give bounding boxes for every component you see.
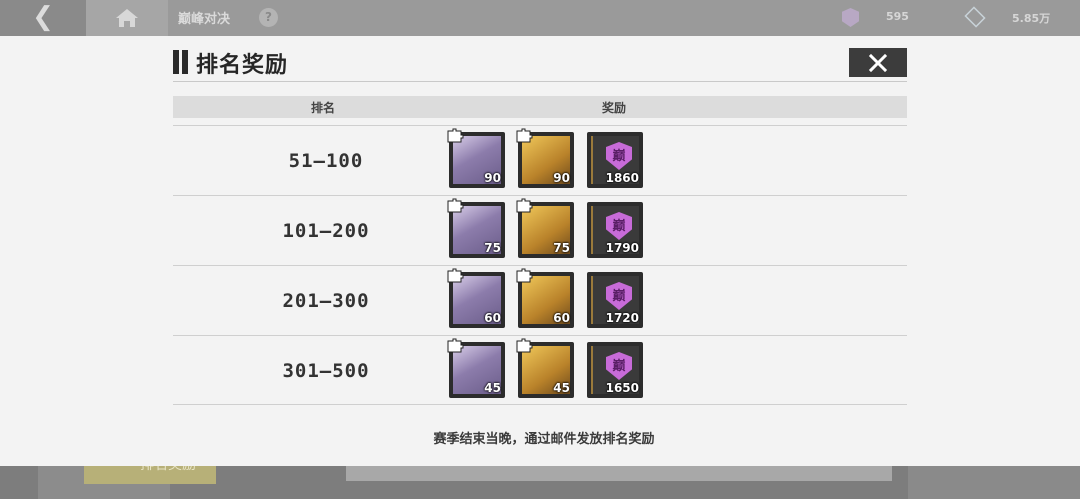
reward-count: 1790	[605, 241, 639, 255]
puzzle-piece-icon	[516, 338, 533, 353]
box-reward-item[interactable]: 45	[516, 338, 574, 398]
coin-reward-item[interactable]: 巅 1790	[587, 202, 643, 258]
coin-reward-item[interactable]: 巅 1720	[587, 272, 643, 328]
puzzle-piece-icon	[516, 128, 533, 143]
reward-count: 75	[553, 241, 570, 255]
box-reward-item[interactable]: 60	[516, 268, 574, 328]
help-icon[interactable]: ?	[259, 8, 278, 27]
box-reward-item[interactable]: 75	[516, 198, 574, 258]
card-reward-item[interactable]: 75	[447, 198, 505, 258]
modal-title: 排名奖励	[196, 53, 289, 78]
puzzle-piece-icon	[447, 128, 464, 143]
ranking-reward-modal: 排名奖励 排名 奖励 51—100 90 90 巅 1860 101—200 75 75 巅 17…	[0, 36, 1080, 466]
puzzle-piece-icon	[447, 198, 464, 213]
table-row: 51—100 90 90 巅 1860	[173, 125, 907, 195]
title-accent	[182, 50, 188, 74]
box-reward-item[interactable]: 90	[516, 128, 574, 188]
close-button[interactable]	[849, 48, 907, 77]
footer-note: 赛季结束当晚，通过邮件发放排名奖励	[433, 432, 655, 447]
rank-range: 101—200	[282, 220, 370, 242]
reward-count: 1650	[605, 381, 639, 395]
shield-glyph: 巅	[612, 359, 626, 374]
puzzle-piece-icon	[516, 268, 533, 283]
reward-count: 1860	[605, 171, 639, 185]
reward-count: 45	[484, 381, 501, 395]
reward-count: 60	[484, 311, 501, 325]
reward-count: 45	[553, 381, 570, 395]
back-icon: ❮	[32, 2, 54, 32]
back-button[interactable]: ❮	[0, 0, 86, 36]
table-row: 201—300 60 60 巅 1720	[173, 265, 907, 335]
house-icon	[116, 9, 138, 27]
currency-badge-value: 595	[886, 10, 909, 23]
card-reward-item[interactable]: 45	[447, 338, 505, 398]
card-reward-item[interactable]: 60	[447, 268, 505, 328]
column-header-reward: 奖励	[602, 101, 627, 115]
shield-glyph: 巅	[612, 149, 626, 164]
reward-count: 90	[484, 171, 501, 185]
divider	[173, 81, 907, 82]
coin-reward-item[interactable]: 巅 1860	[587, 132, 643, 188]
table-header: 排名 奖励	[173, 96, 907, 118]
puzzle-piece-icon	[516, 198, 533, 213]
divider	[173, 404, 907, 405]
puzzle-piece-icon	[447, 268, 464, 283]
rank-range: 301—500	[282, 360, 370, 382]
table-row: 101—200 75 75 巅 1790	[173, 195, 907, 265]
reward-count: 90	[553, 171, 570, 185]
reward-list[interactable]: 51—100 90 90 巅 1860 101—200 75 75 巅 1790 201—300 60…	[173, 125, 907, 405]
close-icon	[868, 53, 888, 72]
reward-count: 75	[484, 241, 501, 255]
card-reward-item[interactable]: 90	[447, 128, 505, 188]
shield-glyph: 巅	[612, 289, 626, 304]
rank-range: 51—100	[288, 150, 364, 172]
coin-reward-item[interactable]: 巅 1650	[587, 342, 643, 398]
shield-glyph: 巅	[612, 219, 626, 234]
home-button[interactable]	[86, 0, 168, 36]
title-accent	[173, 50, 179, 74]
column-header-rank: 排名	[311, 101, 336, 115]
table-row: 301—500 45 45 巅 1650	[173, 335, 907, 405]
reward-count: 60	[553, 311, 570, 325]
rank-range: 201—300	[282, 290, 370, 312]
puzzle-piece-icon	[447, 338, 464, 353]
currency-diamond-value: 5.85万	[1012, 12, 1051, 25]
page-title: 巅峰对决	[178, 12, 231, 27]
reward-count: 1720	[605, 311, 639, 325]
